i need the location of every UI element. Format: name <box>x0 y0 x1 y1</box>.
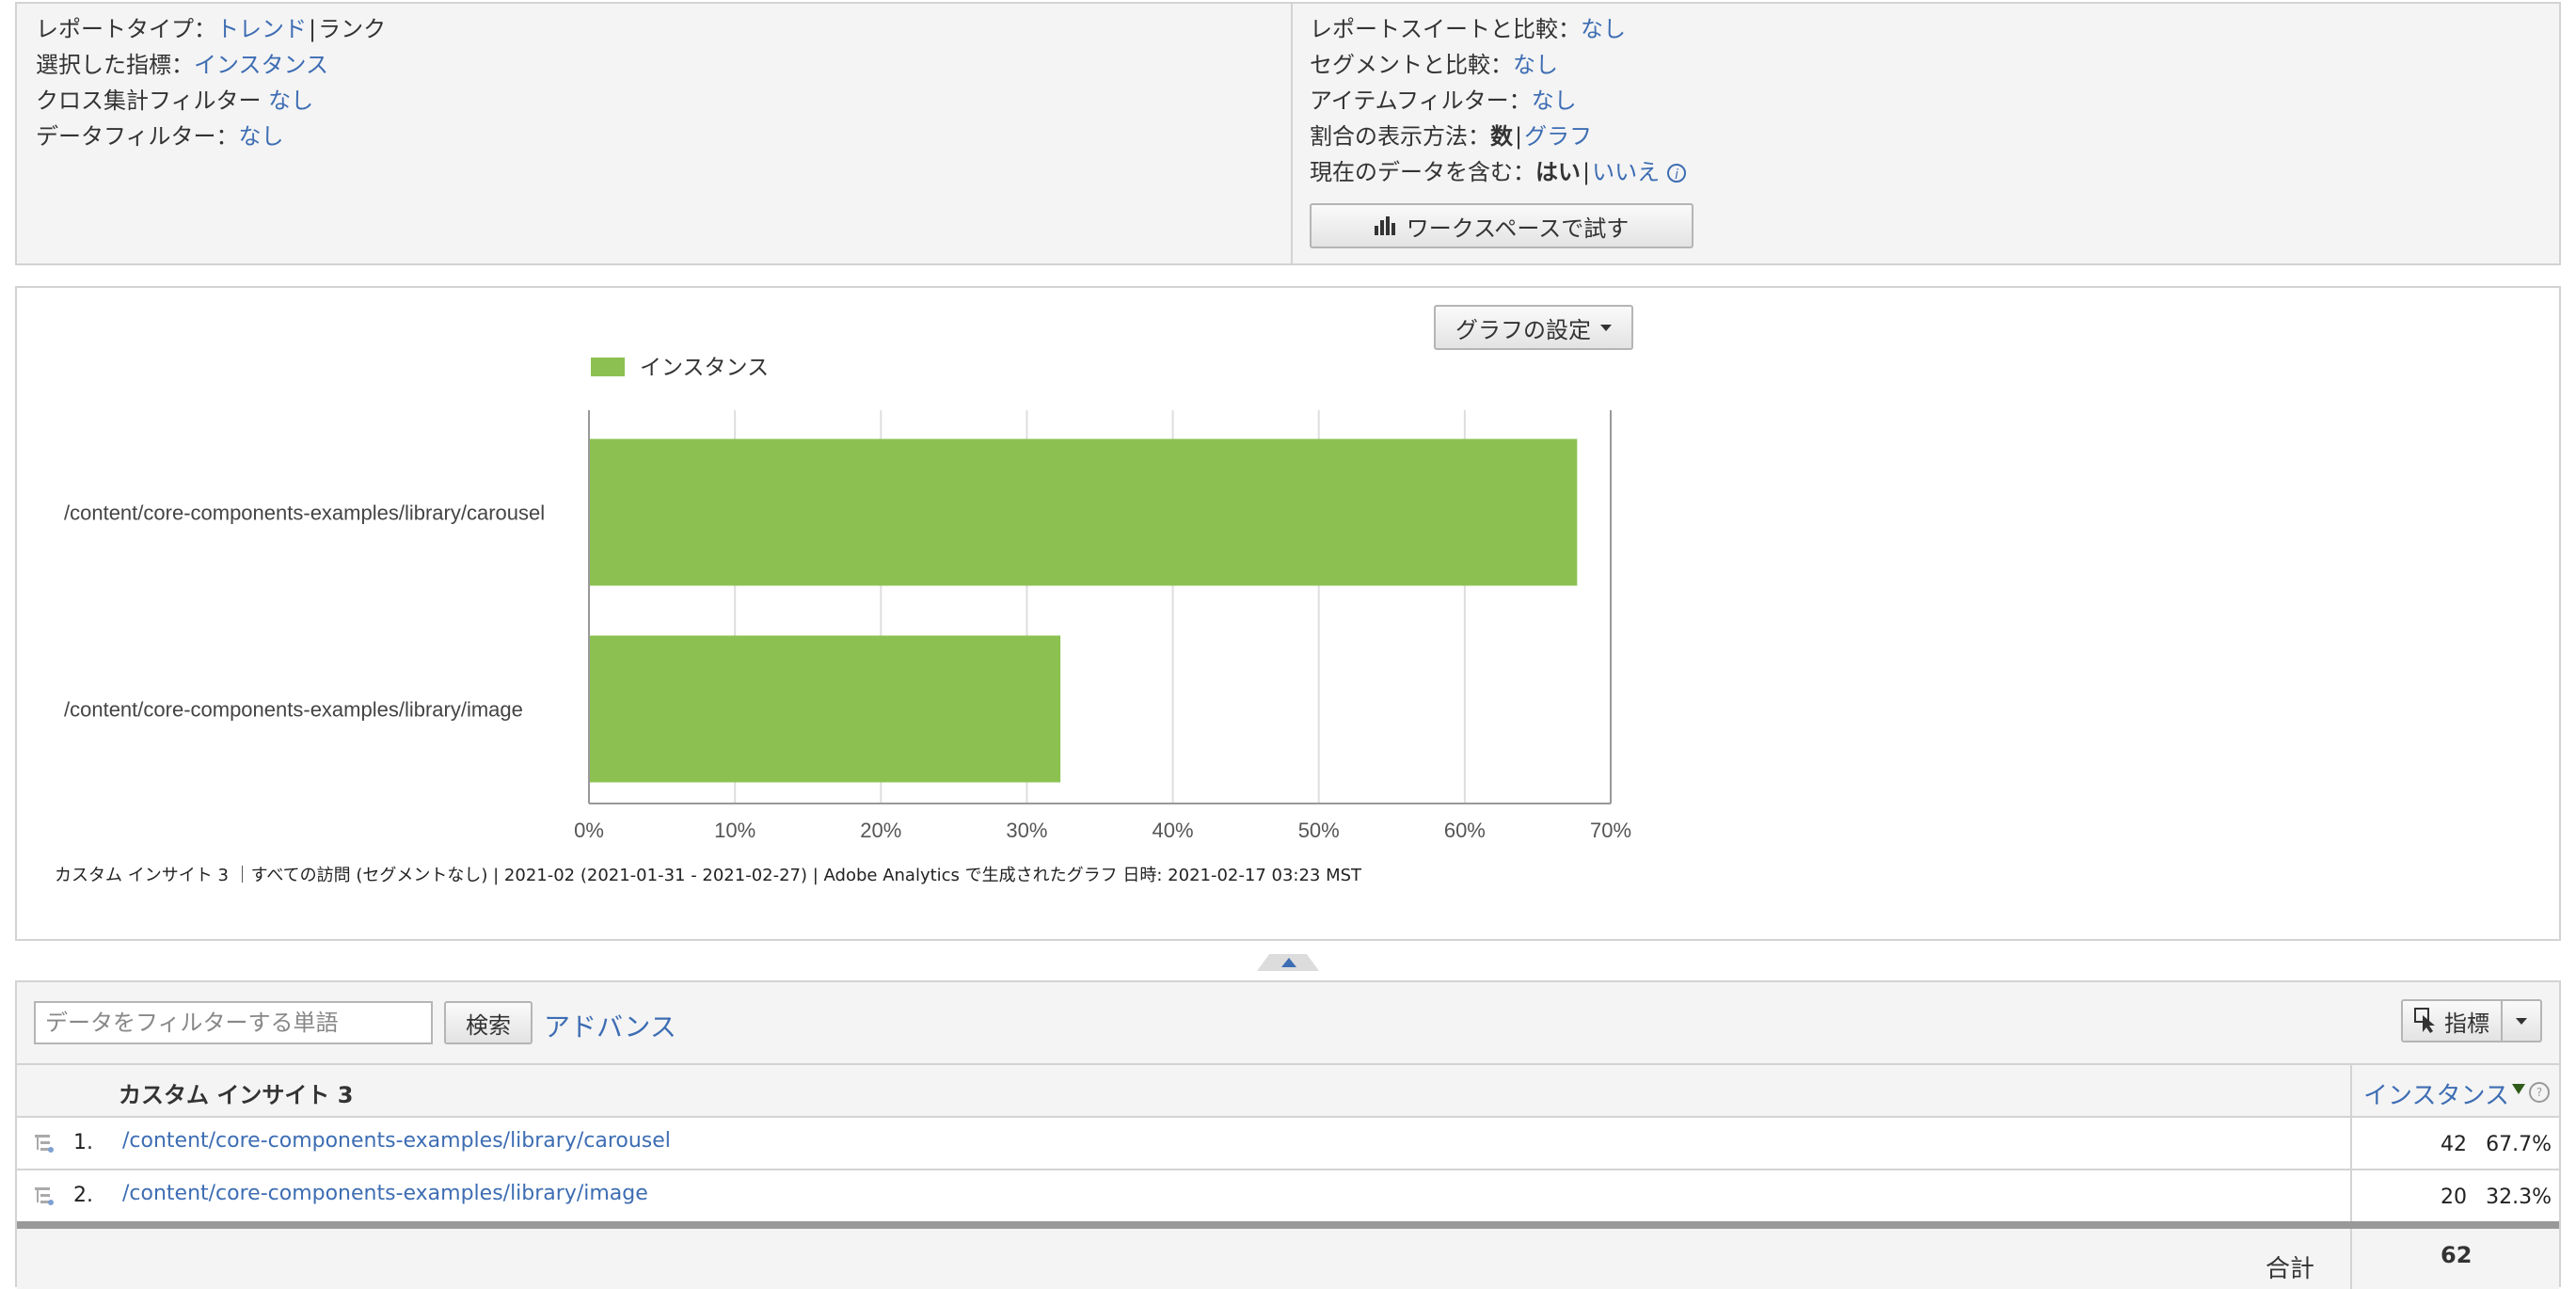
report-type-label: レポートタイプ： <box>36 16 216 42</box>
total-separator <box>17 1221 2559 1229</box>
x-tick-label: 50% <box>1298 819 1340 842</box>
chart-panel: グラフの設定 0% 10% 20% 30% 40% 50% 60% 70%/content/c… <box>15 286 2561 941</box>
cross-filter-label: クロス集計フィルター <box>36 88 262 114</box>
compare-suite-label: レポートスイートと比較： <box>1310 16 1581 42</box>
x-tick-label: 0% <box>574 819 604 842</box>
metrics-button[interactable]: 指標 <box>2403 1001 2503 1041</box>
breakdown-icon[interactable] <box>34 1186 55 1206</box>
x-tick-label: 40% <box>1153 819 1194 842</box>
search-button[interactable]: 検索 <box>444 1001 533 1044</box>
report-type-trend-link[interactable]: トレンド <box>216 16 307 42</box>
row-item-link[interactable]: /content/core-components-examples/librar… <box>122 1182 648 1205</box>
item-filter-row: アイテムフィルター：なし <box>1310 87 1577 115</box>
total-row: 合計 62 <box>17 1229 2559 1289</box>
percent-display-label: 割合の表示方法： <box>1310 123 1490 150</box>
x-tick-label: 60% <box>1444 819 1486 842</box>
collapse-chart-handle[interactable] <box>1257 954 1319 971</box>
compare-segment-link[interactable]: なし <box>1513 52 1558 78</box>
bar <box>590 438 1578 586</box>
include-current-label: 現在のデータを含む： <box>1310 159 1535 185</box>
data-filter-link[interactable]: なし <box>239 123 284 150</box>
report-type-rank-current: ランク <box>318 16 387 42</box>
cross-filter-link[interactable]: なし <box>268 88 313 114</box>
include-current-no-link[interactable]: いいえ <box>1592 159 1660 185</box>
x-tick-label: 10% <box>714 819 755 842</box>
bar <box>590 635 1061 783</box>
try-in-workspace-label: ワークスペースで試す <box>1406 215 1630 242</box>
row-metric-value: 20 <box>2441 1186 2467 1209</box>
table-header-row: カスタム インサイト 3 インスタンス ? <box>17 1063 2559 1118</box>
selected-metric-link[interactable]: インスタンス <box>194 52 328 78</box>
item-filter-link[interactable]: なし <box>1532 88 1577 114</box>
chart-footer: カスタム インサイト 3 ｜すべての訪問 (セグメントなし) | 2021-02… <box>55 866 1362 885</box>
selected-metric-row: 選択した指標：インスタンス <box>36 51 328 79</box>
data-filter-label: データフィルター： <box>36 123 239 150</box>
settings-divider <box>1291 4 1293 263</box>
total-label: 合計 <box>2265 1255 2314 1283</box>
compare-suite-link[interactable]: なし <box>1581 16 1626 42</box>
percent-display-number-current: 数 <box>1490 123 1513 150</box>
x-tick-label: 70% <box>1590 819 1631 842</box>
legend-swatch <box>591 358 625 376</box>
cursor-pointer-icon <box>2414 1008 2435 1033</box>
row-number: 2. <box>73 1184 93 1207</box>
try-in-workspace-button[interactable]: ワークスペースで試す <box>1310 203 1693 248</box>
filter-search-input[interactable] <box>34 1001 433 1044</box>
compare-suite-row: レポートスイートと比較：なし <box>1310 15 1626 43</box>
report-settings-panel: レポートタイプ：トレンド|ランク 選択した指標：インスタンス クロス集計フィルタ… <box>15 2 2561 265</box>
y-category-label: /content/core-components-examples/librar… <box>64 698 523 722</box>
percent-display-row: 割合の表示方法：数|グラフ <box>1310 123 1593 150</box>
compare-segment-label: セグメントと比較： <box>1310 52 1513 78</box>
table-row: 2. /content/core-components-examples/lib… <box>17 1170 2559 1223</box>
row-metric-cell: 42 67.7% <box>2350 1118 2559 1169</box>
metrics-button-label: 指標 <box>2444 1010 2489 1037</box>
row-item-link[interactable]: /content/core-components-examples/librar… <box>122 1129 671 1153</box>
x-tick-label: 20% <box>860 819 901 842</box>
metric-column-header: インスタンス ? <box>2350 1065 2559 1118</box>
metrics-dropdown-button[interactable] <box>2503 1001 2540 1041</box>
table-row: 1. /content/core-components-examples/lib… <box>17 1118 2559 1170</box>
breakdown-icon[interactable] <box>34 1133 55 1154</box>
chevron-up-icon <box>1281 958 1296 967</box>
data-table-panel: 検索 アドバンス 指標 カスタム インサイト 3 インスタンス ? 1. /co… <box>15 980 2561 1289</box>
include-current-yes-current: はい <box>1535 159 1581 185</box>
include-current-row: 現在のデータを含む：はい|いいえ i <box>1310 158 1687 186</box>
item-filter-label: アイテムフィルター： <box>1310 88 1532 114</box>
data-filter-row: データフィルター：なし <box>36 122 284 151</box>
help-icon[interactable]: ? <box>2529 1082 2550 1103</box>
dimension-column-header: カスタム インサイト 3 <box>119 1082 354 1108</box>
workspace-bars-icon <box>1374 216 1395 235</box>
report-type-row: レポートタイプ：トレンド|ランク <box>36 16 387 42</box>
metric-sort-link[interactable]: インスタンス <box>2363 1076 2509 1111</box>
info-icon[interactable]: i <box>1667 164 1687 183</box>
y-category-label: /content/core-components-examples/librar… <box>64 501 545 525</box>
metrics-button-group: 指標 <box>2401 999 2542 1042</box>
total-value: 62 <box>2441 1242 2473 1268</box>
row-number: 1. <box>73 1131 93 1154</box>
selected-metric-label: 選択した指標： <box>36 52 194 78</box>
total-cell: 62 <box>2350 1229 2559 1289</box>
sort-descending-icon[interactable] <box>2512 1084 2525 1094</box>
legend-label: インスタンス <box>640 355 769 379</box>
cross-filter-row: クロス集計フィルター なし <box>36 87 313 115</box>
row-metric-cell: 20 32.3% <box>2350 1170 2559 1221</box>
advanced-search-link[interactable]: アドバンス <box>544 1007 676 1044</box>
percent-display-graph-link[interactable]: グラフ <box>1524 123 1592 150</box>
x-tick-label: 30% <box>1006 819 1047 842</box>
compare-segment-row: セグメントと比較：なし <box>1310 51 1558 79</box>
row-metric-value: 42 <box>2441 1133 2467 1156</box>
row-metric-percent: 67.7% <box>2486 1133 2552 1156</box>
chevron-down-icon <box>2516 1017 2527 1025</box>
row-metric-percent: 32.3% <box>2486 1186 2552 1209</box>
bar-chart: 0% 10% 20% 30% 40% 50% 60% 70% /content/core-com… <box>64 355 1631 842</box>
